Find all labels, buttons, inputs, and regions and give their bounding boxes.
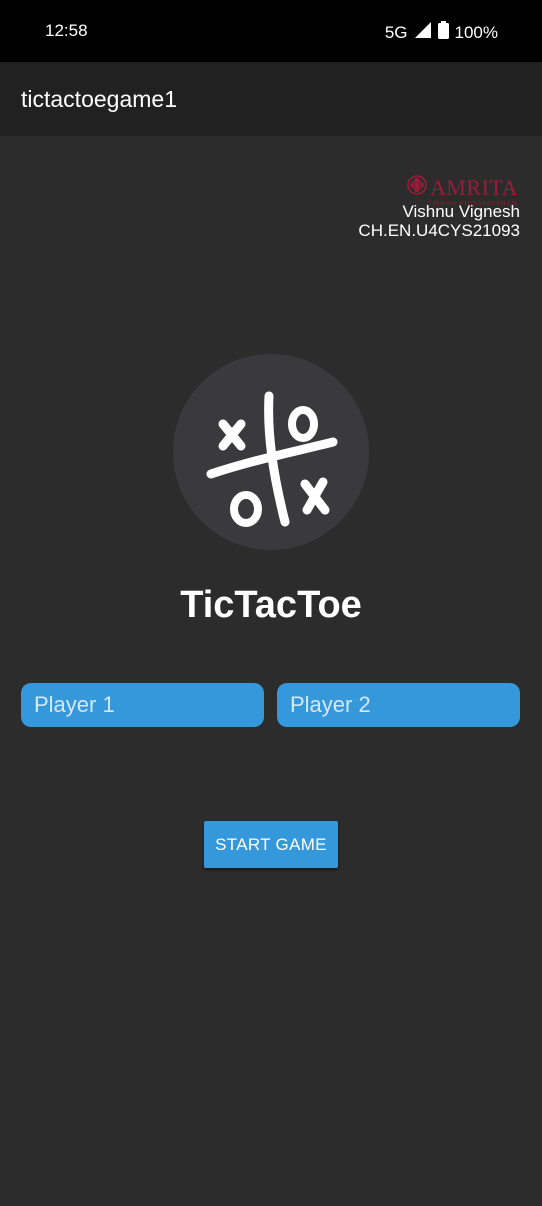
logo-text: AMRITA bbox=[429, 174, 518, 200]
author-id: CH.EN.U4CYS21093 bbox=[358, 221, 520, 240]
app-title: tictactoegame1 bbox=[21, 86, 177, 112]
game-logo bbox=[173, 354, 369, 550]
game-title: TicTacToe bbox=[180, 584, 362, 626]
player1-input[interactable] bbox=[21, 683, 264, 727]
app-bar: tictactoegame1 bbox=[0, 62, 542, 136]
signal-icon bbox=[414, 21, 432, 44]
emblem-icon bbox=[406, 174, 428, 201]
start-game-button[interactable]: START GAME bbox=[204, 821, 338, 868]
status-indicators: 5G 100% bbox=[385, 21, 498, 44]
player2-input[interactable] bbox=[277, 683, 520, 727]
main-content: AMRITA VISHWA VIDYAPEETHAM Vishnu Vignes… bbox=[0, 136, 542, 1206]
battery-percent: 100% bbox=[454, 22, 498, 42]
author-name: Vishnu Vignesh bbox=[402, 202, 520, 221]
status-bar: 12:58 5G 100% bbox=[0, 0, 542, 62]
tictactoe-logo-icon bbox=[206, 391, 338, 527]
status-time: 12:58 bbox=[45, 21, 88, 40]
battery-icon bbox=[437, 21, 449, 44]
network-label: 5G bbox=[384, 22, 408, 42]
